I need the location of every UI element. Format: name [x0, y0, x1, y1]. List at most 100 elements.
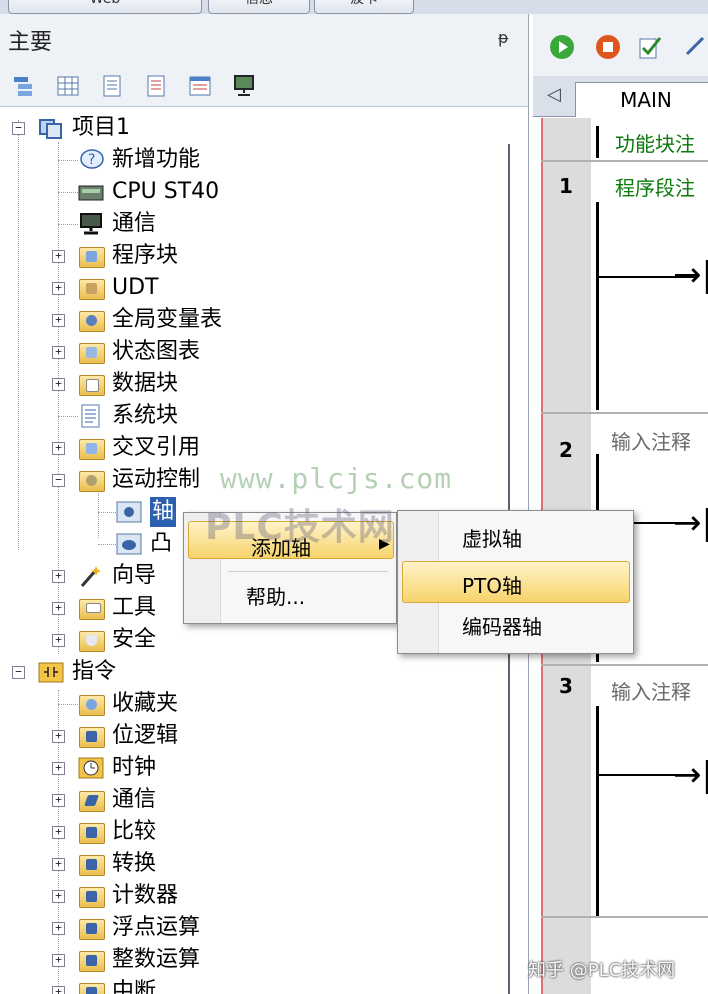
tree-node-label: 凸 — [150, 531, 173, 556]
axis-gear-icon — [116, 501, 142, 523]
tree-node-security[interactable]: 安全 — [78, 624, 156, 656]
expander-collapse[interactable]: − — [52, 474, 65, 487]
tree-node-convert[interactable]: 转换 — [78, 848, 156, 880]
menu-item-label: PTO轴 — [462, 574, 523, 598]
tree-node-data-block[interactable]: 数据块 — [78, 368, 178, 400]
tree-node-status-chart[interactable]: 状态图表 — [78, 336, 200, 368]
tree-node-label: 向导 — [112, 563, 157, 588]
coil-icon[interactable]: →| — [673, 758, 708, 792]
editor-toolbar — [533, 14, 708, 76]
monitor-view-icon[interactable] — [232, 74, 256, 98]
tree-node-motion-control[interactable]: 运动控制 — [78, 464, 200, 496]
expander-collapse[interactable]: − — [12, 666, 25, 679]
window-view-icon[interactable] — [188, 74, 212, 98]
expander-expand[interactable]: + — [52, 826, 65, 839]
top-tab-web[interactable]: Web — [8, 0, 202, 14]
tree-node-whats-new[interactable]: ? 新增功能 — [78, 144, 200, 176]
network-number: 2 — [559, 438, 573, 462]
tree-node-global-var-table[interactable]: 全局变量表 — [78, 304, 222, 336]
tree-node-communication[interactable]: 通信 — [78, 208, 156, 240]
clock-icon — [78, 757, 104, 779]
tree-node-axis[interactable]: 轴 — [116, 496, 177, 528]
menu-item-help[interactable]: 帮助... — [246, 581, 305, 610]
expander-expand[interactable]: + — [52, 570, 65, 583]
tree-node-instructions[interactable]: 指令 — [38, 656, 116, 688]
folder-icon — [78, 628, 105, 652]
tree-node-label: 工具 — [112, 595, 157, 620]
folder-icon — [78, 436, 105, 460]
project-icon — [39, 119, 62, 139]
tree-node-label: 通信 — [112, 787, 157, 812]
table-view-icon[interactable] — [56, 74, 80, 98]
block-comment[interactable]: 功能块注 — [615, 128, 695, 157]
top-tab-third[interactable]: 波卡 — [314, 0, 414, 14]
tree-node-project[interactable]: 项目1 — [38, 112, 130, 144]
upload-icon[interactable] — [683, 34, 708, 60]
tree-connector — [58, 416, 78, 417]
tab-main[interactable]: MAIN — [575, 82, 708, 117]
network-comment[interactable]: 输入注释 — [611, 676, 691, 705]
tree-node-cpu[interactable]: CPU ST40 — [78, 176, 219, 208]
coil-icon[interactable]: →| — [673, 506, 708, 540]
tree-node-counter[interactable]: 计数器 — [78, 880, 178, 912]
expander-expand[interactable]: + — [52, 314, 65, 327]
expander-expand[interactable]: + — [52, 250, 65, 263]
document-icon — [81, 404, 100, 428]
expander-expand[interactable]: + — [52, 762, 65, 775]
list-view-icon[interactable] — [144, 74, 168, 98]
expander-expand[interactable]: + — [52, 954, 65, 967]
expander-expand[interactable]: + — [52, 986, 65, 994]
tree-node-program-block[interactable]: 程序块 — [78, 240, 178, 272]
tree-view-icon[interactable] — [12, 74, 36, 98]
folder-icon — [78, 916, 105, 940]
tree-connector — [58, 224, 78, 225]
network-comment[interactable]: 输入注释 — [611, 426, 691, 455]
tree-node-tools[interactable]: 工具 — [78, 592, 156, 624]
power-rail — [596, 126, 599, 158]
tree-node-integer-math[interactable]: 整数运算 — [78, 944, 200, 976]
coil-icon[interactable]: →| — [673, 258, 708, 292]
top-tab-info[interactable]: 信息 — [208, 0, 310, 14]
expander-expand[interactable]: + — [52, 602, 65, 615]
expander-expand[interactable]: + — [52, 442, 65, 455]
expander-expand[interactable]: + — [52, 922, 65, 935]
pin-icon[interactable]: ᵽ — [498, 28, 509, 47]
tree-node-interrupt[interactable]: 中断 — [78, 976, 156, 994]
expander-expand[interactable]: + — [52, 282, 65, 295]
expander-expand[interactable]: + — [52, 890, 65, 903]
stop-icon[interactable] — [595, 34, 621, 60]
tree-node-favorites[interactable]: 收藏夹 — [78, 688, 178, 720]
menu-item-encoder-axis[interactable]: 编码器轴 — [462, 611, 542, 640]
expander-collapse[interactable]: − — [12, 122, 25, 135]
expander-expand[interactable]: + — [52, 378, 65, 391]
menu-item-pto-axis[interactable]: PTO轴 — [402, 561, 630, 603]
tree-node-float-math[interactable]: 浮点运算 — [78, 912, 200, 944]
tree-node-wizard[interactable]: 向导 — [78, 560, 156, 592]
expander-expand[interactable]: + — [52, 858, 65, 871]
network-comment[interactable]: 程序段注 — [615, 172, 695, 201]
run-icon[interactable] — [549, 34, 575, 60]
menu-item-virtual-axis[interactable]: 虚拟轴 — [462, 523, 522, 552]
tree-node-udt[interactable]: UDT — [78, 272, 158, 304]
folder-icon — [78, 948, 105, 972]
page-view-icon[interactable] — [100, 74, 124, 98]
tree-node-comm-instructions[interactable]: 通信 — [78, 784, 156, 816]
expander-expand[interactable]: + — [52, 794, 65, 807]
tree-node-clock[interactable]: 时钟 — [78, 752, 156, 784]
panel-header: 主要 ᵽ — [0, 14, 528, 66]
power-rail — [596, 706, 599, 916]
expander-expand[interactable]: + — [52, 634, 65, 647]
compile-check-icon[interactable] — [637, 34, 663, 60]
tree-node-cross-reference[interactable]: 交叉引用 — [78, 432, 200, 464]
tab-scroll-left-icon[interactable]: ◁ — [547, 84, 561, 105]
expander-expand[interactable]: + — [52, 730, 65, 743]
folder-icon — [78, 468, 105, 492]
program-editor: ◁ MAIN 功能块注 1 程序段注 →| 2 输入注释 →| 3 输入注释 →… — [533, 14, 708, 994]
tree-node-bit-logic[interactable]: 位逻辑 — [78, 720, 178, 752]
tree-node-system-block[interactable]: 系统块 — [78, 400, 178, 432]
expander-expand[interactable]: + — [52, 346, 65, 359]
tree-node-compare[interactable]: 比较 — [78, 816, 156, 848]
tree-node-label: 比较 — [112, 819, 157, 844]
tree-node-cam[interactable]: 凸 — [116, 528, 172, 560]
tree-node-label: 轴 — [150, 497, 177, 527]
